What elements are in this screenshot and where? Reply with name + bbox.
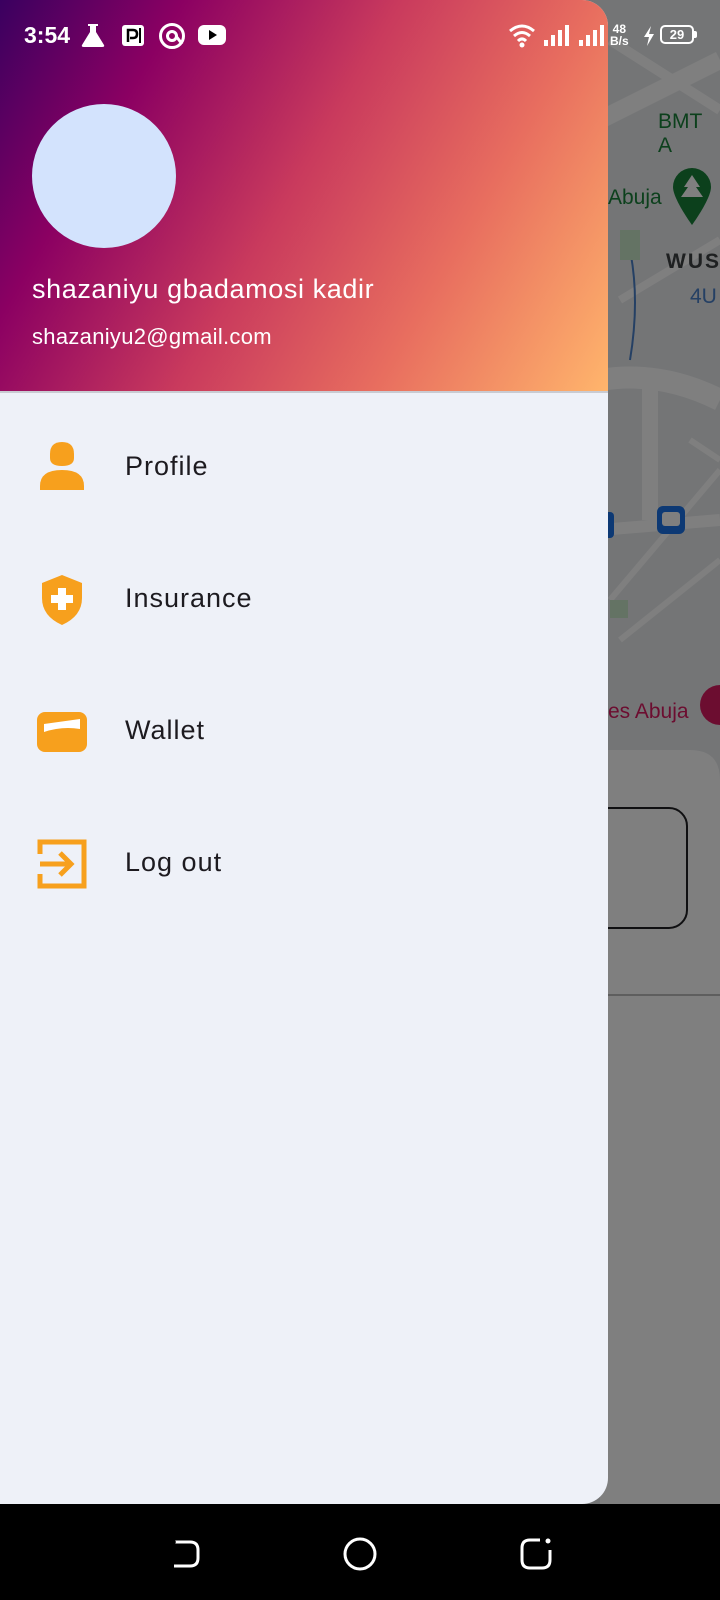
wifi-icon — [508, 22, 536, 53]
menu-item-insurance[interactable]: Insurance — [0, 548, 608, 648]
person-icon — [36, 442, 88, 494]
recents-icon[interactable] — [516, 1534, 556, 1574]
menu-item-label: Profile — [125, 451, 209, 481]
home-icon[interactable] — [340, 1534, 380, 1574]
charging-icon — [642, 26, 656, 51]
avatar[interactable] — [32, 104, 176, 248]
parking-icon — [120, 22, 146, 53]
menu-item-profile[interactable]: Profile — [0, 416, 608, 516]
system-nav-bar — [0, 1504, 720, 1600]
navigation-drawer: shazaniyu gbadamosi kadir shazaniyu2@gma… — [0, 0, 608, 1504]
user-email: shazaniyu2@gmail.com — [32, 324, 272, 349]
menu-item-wallet[interactable]: Wallet — [0, 680, 608, 780]
battery-indicator: 29 — [660, 25, 697, 44]
logout-icon — [36, 838, 88, 890]
signal-icon — [543, 22, 571, 53]
wallet-icon — [36, 706, 88, 758]
menu-item-label: Insurance — [125, 583, 253, 613]
network-speed-unit: B/s — [610, 34, 629, 48]
flask-icon — [80, 22, 106, 53]
status-bar: 3:54 48 B/s 29 — [0, 0, 720, 72]
menu-item-logout[interactable]: Log out — [0, 812, 608, 912]
signal-icon — [578, 22, 606, 53]
user-name: shazaniyu gbadamosi kadir — [32, 274, 375, 304]
youtube-icon — [197, 22, 227, 53]
shield-plus-icon — [36, 574, 88, 626]
network-speed: 48 B/s — [610, 23, 629, 47]
menu-item-label: Log out — [125, 847, 223, 877]
at-sign-icon — [158, 22, 186, 55]
menu-item-label: Wallet — [125, 715, 206, 745]
status-time: 3:54 — [24, 22, 71, 48]
back-icon[interactable] — [166, 1534, 206, 1574]
